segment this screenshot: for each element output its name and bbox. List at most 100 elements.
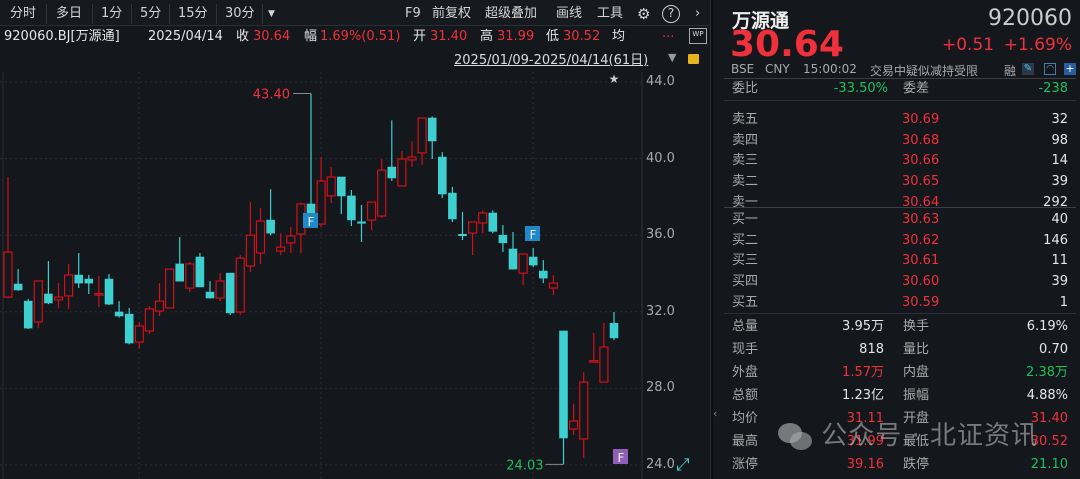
candle-body <box>266 219 275 234</box>
candle <box>235 255 245 316</box>
candle <box>185 262 195 293</box>
y-tick-label: 28.0 <box>646 380 675 396</box>
candle-body <box>518 253 528 274</box>
event-marker[interactable]: F <box>525 226 540 242</box>
candle-body <box>599 346 609 383</box>
ask-row[interactable]: 卖二 30.65 39 <box>732 172 1068 192</box>
candle-body <box>387 166 397 179</box>
level-price: 30.66 <box>902 153 940 169</box>
level-volume: 14 <box>1051 153 1068 169</box>
price-change: +0.51 <box>942 35 995 55</box>
level-label: 买一 <box>732 212 759 227</box>
candle <box>357 204 366 242</box>
candle <box>276 233 286 256</box>
level-price: 30.59 <box>902 294 940 310</box>
level-label: 买五 <box>732 294 759 310</box>
level-volume: 146 <box>1043 232 1068 248</box>
candle <box>175 237 184 282</box>
candle-body <box>63 274 74 297</box>
bid-row[interactable]: 买一 30.63 40 <box>732 210 1068 230</box>
ask-row[interactable]: 卖四 30.68 98 <box>732 131 1068 151</box>
candle <box>44 261 53 305</box>
candle <box>448 186 457 222</box>
bid-row[interactable]: 买三 30.61 11 <box>732 251 1068 271</box>
candle <box>255 208 266 264</box>
level-label: 卖四 <box>732 132 759 148</box>
candle-body <box>205 291 215 299</box>
candle-body <box>377 169 387 217</box>
candle-body <box>245 234 255 267</box>
candle-body <box>458 233 467 237</box>
add-icon[interactable]: + <box>1064 63 1076 75</box>
y-tick-label: 44.0 <box>646 74 675 89</box>
candle <box>195 253 205 288</box>
marker-label: F <box>530 228 537 242</box>
level-label: 卖五 <box>732 112 759 127</box>
stat-label: 换手 <box>903 319 930 334</box>
candle <box>548 275 559 295</box>
currency: CNY <box>765 62 790 76</box>
bid-row[interactable]: 买五 30.59 1 <box>732 293 1068 313</box>
ask-row[interactable]: 卖五 30.69 32 <box>732 110 1068 130</box>
level-price: 30.62 <box>902 232 940 248</box>
collapse-icon[interactable]: ‹ <box>713 407 717 420</box>
candle <box>215 273 225 302</box>
candle-body <box>255 220 266 254</box>
candle-body <box>478 212 488 224</box>
expand-icon[interactable]: ⤢ <box>676 455 690 475</box>
alert-icon[interactable]: ◠ <box>1044 63 1056 75</box>
wechat-icon <box>778 422 812 451</box>
event-marker[interactable]: F <box>303 213 318 229</box>
stat-value: 6.19% <box>1026 319 1068 334</box>
candle-body <box>124 313 134 344</box>
quote-panel: 万源通 920060 30.64 +0.51 +1.69% BSE CNY 15… <box>720 0 1080 479</box>
stat-label: 跌停 <box>903 457 930 472</box>
candle <box>104 274 114 306</box>
edit-icon[interactable]: ✎ <box>1022 63 1034 75</box>
candle-body <box>326 176 336 197</box>
candlestick-chart[interactable]: 43.40 24.03 ★ F F F <box>0 0 710 479</box>
candle <box>427 116 437 159</box>
stat-row: 涨停 39.16 跌停 21.10 <box>732 455 1068 475</box>
level-volume: 39 <box>1051 174 1068 190</box>
level-price: 30.60 <box>902 274 940 290</box>
min-label: 24.03 <box>506 458 543 473</box>
candle <box>508 231 518 270</box>
candle <box>154 283 165 317</box>
stat-label: 总量 <box>732 319 759 334</box>
candle <box>33 280 43 329</box>
candle <box>528 248 538 267</box>
candle-body <box>528 256 538 266</box>
bid-row[interactable]: 买二 30.62 146 <box>732 231 1068 251</box>
candle <box>245 202 255 272</box>
candle-body <box>44 293 53 304</box>
stat-label: 外盘 <box>732 365 759 380</box>
candle-body <box>276 246 286 252</box>
candle <box>306 93 316 226</box>
candle-body <box>568 420 579 430</box>
ask-row[interactable]: 卖三 30.66 14 <box>732 151 1068 171</box>
candle-body <box>114 311 124 317</box>
candle-body <box>579 381 589 440</box>
candle <box>3 176 13 299</box>
marker-label: F <box>618 451 625 465</box>
margin-badge: 融 <box>1004 64 1017 78</box>
stat-label: 量比 <box>903 342 930 357</box>
event-marker[interactable]: F <box>613 449 628 465</box>
bid-row[interactable]: 买四 30.60 39 <box>732 272 1068 292</box>
candle-body <box>225 272 235 314</box>
stat-value: 4.88% <box>1026 388 1068 403</box>
candle-body <box>215 280 225 299</box>
candle <box>589 332 599 363</box>
candle <box>387 120 397 182</box>
candle-body <box>448 192 457 220</box>
level-price: 30.68 <box>902 132 940 148</box>
candle-body <box>33 280 43 323</box>
candle-body <box>195 256 205 288</box>
candle-body <box>316 180 326 225</box>
level-label: 买二 <box>732 232 759 248</box>
candle <box>205 281 215 299</box>
stat-row: 总量 3.95万 换手 6.19% <box>732 317 1068 337</box>
stat-value: 2.38万 <box>1026 365 1068 380</box>
level-label: 买四 <box>732 274 759 290</box>
